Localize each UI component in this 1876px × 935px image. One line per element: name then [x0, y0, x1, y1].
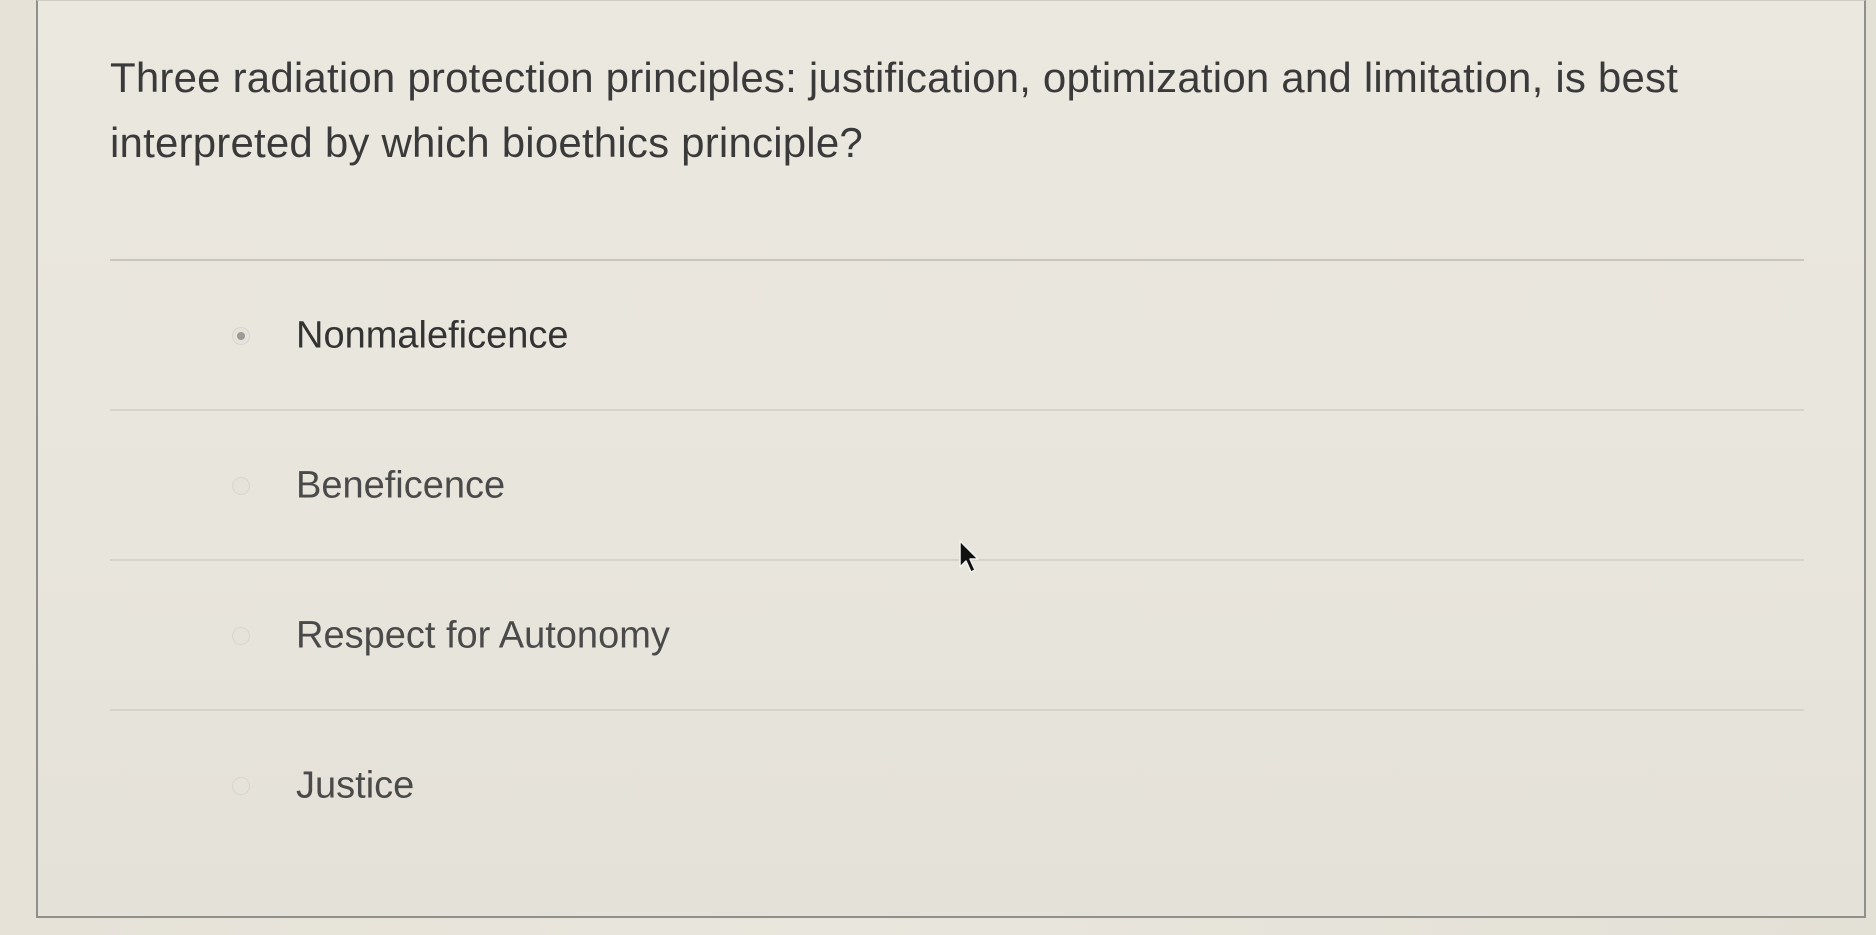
answer-option-respect-for-autonomy[interactable]: Respect for Autonomy — [110, 561, 1804, 711]
radio-button[interactable] — [232, 777, 250, 795]
answer-option-beneficence[interactable]: Beneficence — [110, 411, 1804, 561]
answer-label: Justice — [296, 764, 415, 807]
answer-label: Respect for Autonomy — [296, 614, 670, 657]
radio-button[interactable] — [232, 627, 250, 645]
radio-button[interactable] — [232, 327, 250, 345]
answer-option-nonmaleficence[interactable]: Nonmaleficence — [110, 261, 1804, 411]
answer-label: Beneficence — [296, 464, 506, 507]
quiz-question-card: Three radiation protection principles: j… — [36, 0, 1866, 918]
mouse-pointer-icon — [959, 540, 979, 573]
answer-option-justice[interactable]: Justice — [110, 711, 1804, 861]
radio-button[interactable] — [232, 477, 250, 495]
answer-label: Nonmaleficence — [296, 314, 569, 357]
question-text: Three radiation protection principles: j… — [110, 54, 1679, 166]
